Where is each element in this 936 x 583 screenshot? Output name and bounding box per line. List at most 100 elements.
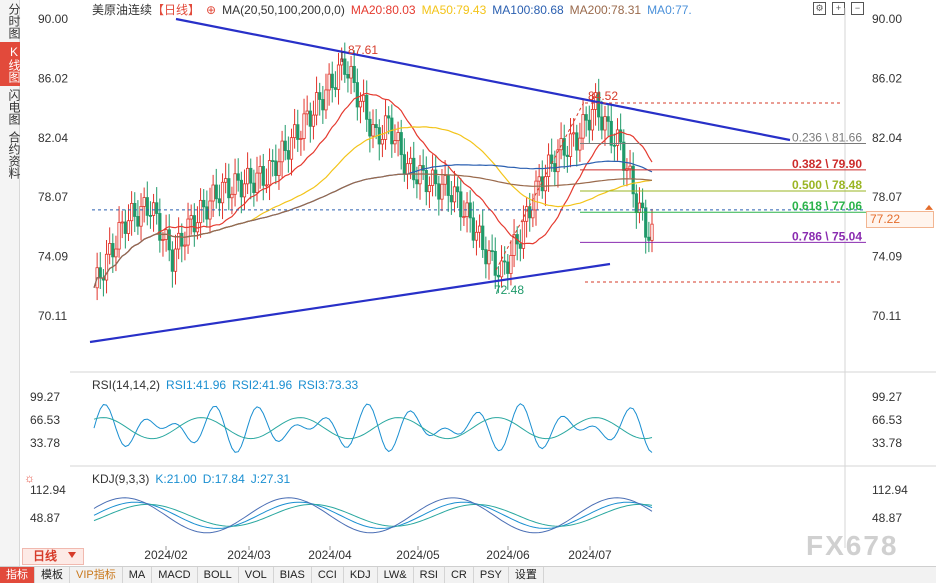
candle-body [437,183,441,200]
time-axis-label: 2024/05 [396,548,440,562]
candle-body [192,215,196,233]
candle-body [352,65,356,83]
candle-body [242,183,247,198]
candle-body [474,231,479,241]
candle-body [246,167,250,185]
candle-body [308,110,312,127]
indicator-tab-5[interactable]: BOLL [198,567,239,583]
indicator-tab-7[interactable]: BIAS [274,567,312,583]
candle-body [546,154,551,177]
candle-body [387,115,391,119]
candle-body [205,206,209,220]
time-axis-label: 2024/06 [486,548,530,562]
period-dropdown-icon[interactable] [68,552,76,558]
indicator-tab-0[interactable]: 指标 [0,567,35,583]
candle-body [161,239,165,241]
indicator-tab-2[interactable]: VIP指标 [70,567,123,583]
candle-body [217,198,221,204]
lower-trendline [89,262,611,344]
candle-body [358,100,363,108]
candle-body [650,223,654,241]
rsi1-value: RSI1:41.96 [166,378,227,392]
candle-body [343,58,347,75]
price-label-left: 90.00 [38,12,68,26]
kdj-axis-label-left: 48.87 [30,511,60,525]
indicator-tab-13[interactable]: PSY [474,567,509,583]
price-label-right: 82.04 [872,131,902,145]
candle-body [183,244,187,247]
candle-body [155,202,159,214]
candle-body [590,109,595,131]
indicator-tab-4[interactable]: MACD [152,567,198,583]
indicator-tab-1[interactable]: 模板 [35,567,70,583]
candle-body [622,141,626,171]
candle-body [506,261,510,274]
indicator-tab-14[interactable]: 设置 [509,567,544,583]
ma100-line [93,160,653,288]
candle-body [587,119,591,131]
candle-body [634,193,638,214]
candle-body [296,124,300,140]
price-label-left: 74.09 [38,250,68,264]
candle-body [202,199,206,208]
candle-body [271,160,275,162]
tab-kline[interactable]: K线图 [0,42,21,86]
tab-flash[interactable]: 闪电图 [0,86,21,128]
candle-body [559,138,563,151]
candle-body [255,172,259,193]
rsi2-value: RSI2:41.96 [232,378,293,392]
mid-high-annotation: 84.52 [588,89,618,103]
candle-body [518,243,522,249]
candle-body [600,116,604,131]
rsi-title: RSI(14,14,2) [92,378,161,392]
candle-body [349,65,353,79]
candle-body [612,144,616,147]
candle-body [136,216,140,227]
indicator-tab-12[interactable]: CR [445,567,474,583]
indicator-tab-10[interactable]: LW& [378,567,414,583]
fib-label: 0.618 \ 77.06 [792,199,862,213]
candle-body [427,185,432,193]
candle-body [565,154,569,157]
candle-body [227,178,231,199]
candle-body [499,260,504,278]
candle-body [123,221,127,234]
candle-body [575,132,579,151]
indicator-tab-9[interactable]: KDJ [344,567,378,583]
kdj-k-line [93,501,653,529]
time-axis-label: 2024/04 [308,548,352,562]
tab-contract-info[interactable]: 合约资料 [0,128,21,182]
candle-body [261,166,265,186]
candle-body [449,195,453,203]
candle-body [393,140,397,145]
candlestick-group [95,42,654,301]
indicator-tab-6[interactable]: VOL [239,567,274,583]
candle-body [214,184,218,200]
candle-body [126,220,131,234]
candle-body [117,222,121,250]
candle-body [130,203,134,222]
candle-body [355,82,359,108]
price-label-left: 78.07 [38,190,68,204]
indicator-tab-3[interactable]: MA [123,567,153,583]
candle-body [459,191,463,218]
candle-body [468,202,472,219]
indicator-tab-11[interactable]: RSI [414,567,445,583]
price-label-right: 70.11 [872,309,901,323]
rsi-axis-label-left: 66.53 [30,413,60,427]
candle-body [198,199,203,224]
rsi-axis-label-left: 33.78 [30,436,60,450]
candle-body [368,118,372,137]
candle-body [330,73,334,89]
tab-timeshare[interactable]: 分时图 [0,0,21,42]
rsi-axis-label-right: 33.78 [872,436,902,450]
kdj-j-value: J:27.31 [250,472,291,486]
rsi2-line [93,417,653,440]
candle-body [609,120,613,146]
candle-body [456,186,460,193]
candle-body [543,176,548,192]
indicator-tab-8[interactable]: CCI [312,567,344,583]
price-label-right: 90.00 [872,12,902,26]
candle-body [418,165,422,185]
kdj-settings-icon[interactable]: ☼ [24,471,35,485]
